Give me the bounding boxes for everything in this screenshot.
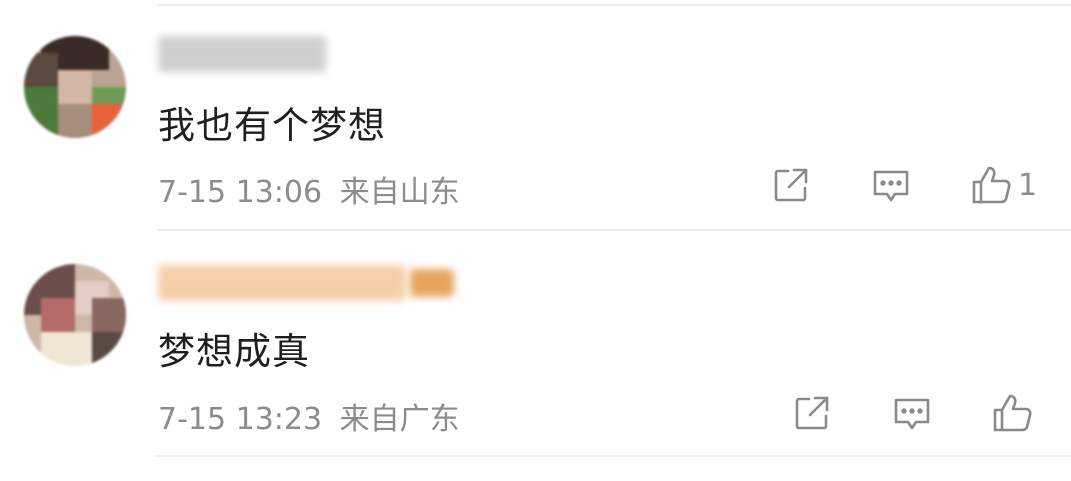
avatar[interactable] [24, 264, 126, 366]
user-badge [410, 269, 454, 297]
username-blurred[interactable] [158, 36, 326, 72]
like-icon [972, 166, 1011, 204]
share-icon [795, 396, 829, 430]
comment-location: 来自山东 [339, 175, 460, 210]
comment-location: 来自广东 [339, 402, 460, 437]
like-button[interactable] [991, 392, 1039, 434]
comment-time: 7-15 13:23 [158, 402, 323, 437]
comment-text: 我也有个梦想 [158, 104, 386, 147]
divider-bottom [157, 455, 1071, 457]
reply-button[interactable] [872, 168, 910, 204]
comment-item: 梦想成真 7-15 13:23 来自广东 [0, 231, 1071, 461]
share-button[interactable] [793, 394, 831, 432]
username-blurred[interactable] [158, 265, 406, 301]
comment-meta: 7-15 13:23 来自广东 [158, 394, 460, 438]
comment-text: 梦想成真 [158, 330, 310, 373]
reply-button[interactable] [893, 396, 931, 432]
comment-item: 我也有个梦想 7-15 13:06 来自山东 1 [0, 0, 1071, 231]
avatar[interactable] [24, 36, 126, 138]
comment-time: 7-15 13:06 [158, 175, 323, 210]
like-icon [993, 394, 1032, 432]
like-button[interactable]: 1 [970, 164, 1037, 206]
share-button[interactable] [772, 166, 810, 204]
share-icon [774, 168, 808, 202]
like-count: 1 [1018, 167, 1038, 203]
comment-icon [873, 170, 909, 202]
comment-meta: 7-15 13:06 来自山东 [158, 167, 460, 211]
comment-icon [894, 398, 930, 430]
